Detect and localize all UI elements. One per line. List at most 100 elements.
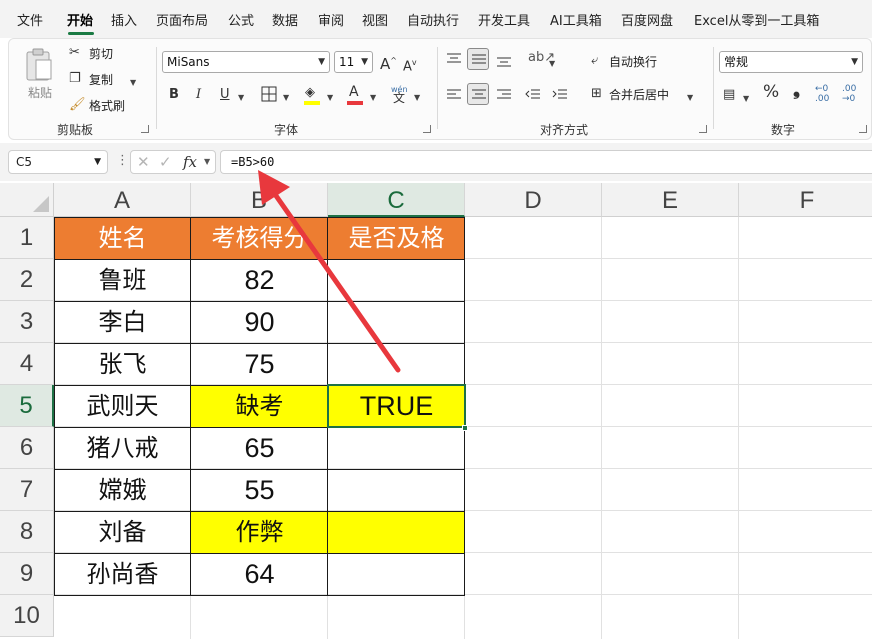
fill-color-button[interactable]: ◈ [304, 85, 320, 105]
more-options-icon[interactable]: ⋮ [116, 153, 129, 168]
enter-icon[interactable]: ✓ [159, 153, 172, 171]
font-color-button[interactable]: A [347, 85, 363, 105]
format-painter-button[interactable]: 格式刷 [89, 99, 125, 113]
insert-function-button[interactable]: fx [183, 153, 197, 171]
phonetic-button[interactable]: wén 文 [391, 83, 409, 105]
name-box[interactable]: C5 ▼ [8, 150, 108, 174]
menu-data[interactable]: 数据 [272, 14, 298, 30]
cell-a6[interactable]: 猪八戒 [54, 427, 191, 469]
percent-style-button[interactable]: % [763, 84, 779, 101]
menu-developer[interactable]: 开发工具 [478, 14, 530, 30]
menu-file[interactable]: 文件 [17, 14, 43, 30]
font-name-select[interactable]: MiSans ▼ [162, 51, 330, 73]
name-box-value: C5 [16, 155, 33, 169]
cell-c3[interactable] [328, 301, 465, 343]
cell-c9[interactable] [328, 553, 465, 595]
menu-automate[interactable]: 自动执行 [407, 14, 459, 30]
fill-handle[interactable] [462, 425, 468, 431]
cell-b5[interactable]: 缺考 [191, 385, 328, 427]
menu-view[interactable]: 视图 [362, 14, 388, 30]
cell-a2[interactable]: 鲁班 [54, 259, 191, 301]
menu-baidu-netdisk[interactable]: 百度网盘 [621, 14, 673, 30]
fill-color-dropdown-icon[interactable]: ▼ [327, 91, 333, 105]
italic-button[interactable]: I [196, 88, 201, 102]
chevron-down-icon: ▼ [318, 57, 325, 67]
cell-c6[interactable] [328, 427, 465, 469]
increase-indent-icon[interactable] [552, 88, 568, 102]
font-color-dropdown-icon[interactable]: ▼ [370, 91, 376, 105]
underline-dropdown-icon[interactable]: ▼ [238, 91, 244, 105]
cell-c4[interactable] [328, 343, 465, 385]
cell-b6[interactable]: 65 [191, 427, 328, 469]
cell-a3[interactable]: 李白 [54, 301, 191, 343]
copy-dropdown-icon[interactable]: ▼ [130, 76, 136, 90]
cell-a8[interactable]: 刘备 [54, 511, 191, 553]
grow-font-button[interactable]: A^ [380, 54, 397, 72]
header-cell-pass[interactable]: 是否及格 [328, 217, 465, 259]
cell-b3[interactable]: 90 [191, 301, 328, 343]
cell-b7[interactable]: 55 [191, 469, 328, 511]
merge-dropdown-icon[interactable]: ▼ [687, 91, 693, 105]
cell-a4[interactable]: 张飞 [54, 343, 191, 385]
menu-insert[interactable]: 插入 [111, 14, 137, 30]
menu-excel-toolbox[interactable]: Excel从零到一工具箱 [694, 14, 819, 30]
cell-c8[interactable] [328, 511, 465, 553]
align-left-icon[interactable] [446, 88, 462, 102]
cell-a9[interactable]: 孙尚香 [54, 553, 191, 595]
decrease-indent-icon[interactable] [525, 88, 541, 102]
cell-a5[interactable]: 武则天 [54, 385, 191, 427]
align-middle-button[interactable] [467, 48, 489, 70]
header-cell-score[interactable]: 考核得分 [191, 217, 328, 259]
underline-button[interactable]: U [220, 88, 230, 102]
clipboard-launcher-icon[interactable] [141, 125, 149, 133]
bold-button[interactable]: B [169, 88, 179, 102]
menu-home[interactable]: 开始 [67, 14, 93, 30]
group-divider [437, 47, 438, 129]
alignment-launcher-icon[interactable] [699, 125, 707, 133]
formula-input[interactable]: =B5>60 [220, 150, 872, 174]
fill-bucket-icon: ◈ [305, 85, 315, 100]
align-center-button[interactable] [467, 83, 489, 105]
shrink-font-label: A [403, 59, 412, 75]
decrease-decimal-button[interactable]: .00 →0 [842, 84, 864, 104]
accounting-dropdown-icon[interactable]: ▼ [743, 92, 749, 106]
shrink-font-button[interactable]: Av [403, 56, 417, 74]
copy-button[interactable]: 复制 [89, 73, 113, 87]
group-divider [156, 47, 157, 129]
align-bottom-icon[interactable] [496, 54, 512, 68]
paste-button[interactable]: 粘贴 [23, 45, 55, 105]
borders-icon[interactable] [261, 86, 277, 102]
number-launcher-icon[interactable] [859, 125, 867, 133]
header-cell-name[interactable]: 姓名 [54, 217, 191, 259]
cancel-icon[interactable]: ✕ [137, 153, 150, 171]
cell-c2[interactable] [328, 259, 465, 301]
cell-c7[interactable] [328, 469, 465, 511]
chevron-down-icon: ▼ [851, 57, 858, 67]
cell-b8[interactable]: 作弊 [191, 511, 328, 553]
menu-page-layout[interactable]: 页面布局 [156, 14, 208, 30]
font-size-select[interactable]: 11 ▼ [334, 51, 373, 73]
cell-a7[interactable]: 嫦娥 [54, 469, 191, 511]
cell-b4[interactable]: 75 [191, 343, 328, 385]
comma-style-button[interactable]: ❟ [793, 81, 800, 99]
merge-center-button[interactable]: 合并后居中 [609, 88, 669, 102]
clipboard-group-label: 剪贴板 [57, 123, 94, 137]
font-launcher-icon[interactable] [423, 125, 431, 133]
align-top-icon[interactable] [446, 52, 462, 66]
menu-review[interactable]: 审阅 [318, 14, 344, 30]
wrap-text-button[interactable]: 自动换行 [609, 55, 657, 69]
chevron-down-icon: ▼ [94, 157, 101, 167]
borders-dropdown-icon[interactable]: ▼ [283, 91, 289, 105]
align-right-icon[interactable] [496, 88, 512, 102]
menu-formulas[interactable]: 公式 [228, 14, 254, 30]
phonetic-dropdown-icon[interactable]: ▼ [414, 91, 420, 105]
chevron-down-icon[interactable]: ▼ [204, 157, 210, 166]
accounting-format-icon[interactable]: ▤ [723, 88, 735, 102]
cell-b9[interactable]: 64 [191, 553, 328, 595]
increase-decimal-button[interactable]: ←0 .00 [815, 84, 837, 104]
number-format-select[interactable]: 常规 ▼ [719, 51, 863, 73]
cut-button[interactable]: 剪切 [89, 47, 113, 61]
orientation-dropdown-icon[interactable]: ▼ [549, 57, 555, 71]
menu-ai-toolbox[interactable]: AI工具箱 [550, 14, 602, 30]
cell-b2[interactable]: 82 [191, 259, 328, 301]
